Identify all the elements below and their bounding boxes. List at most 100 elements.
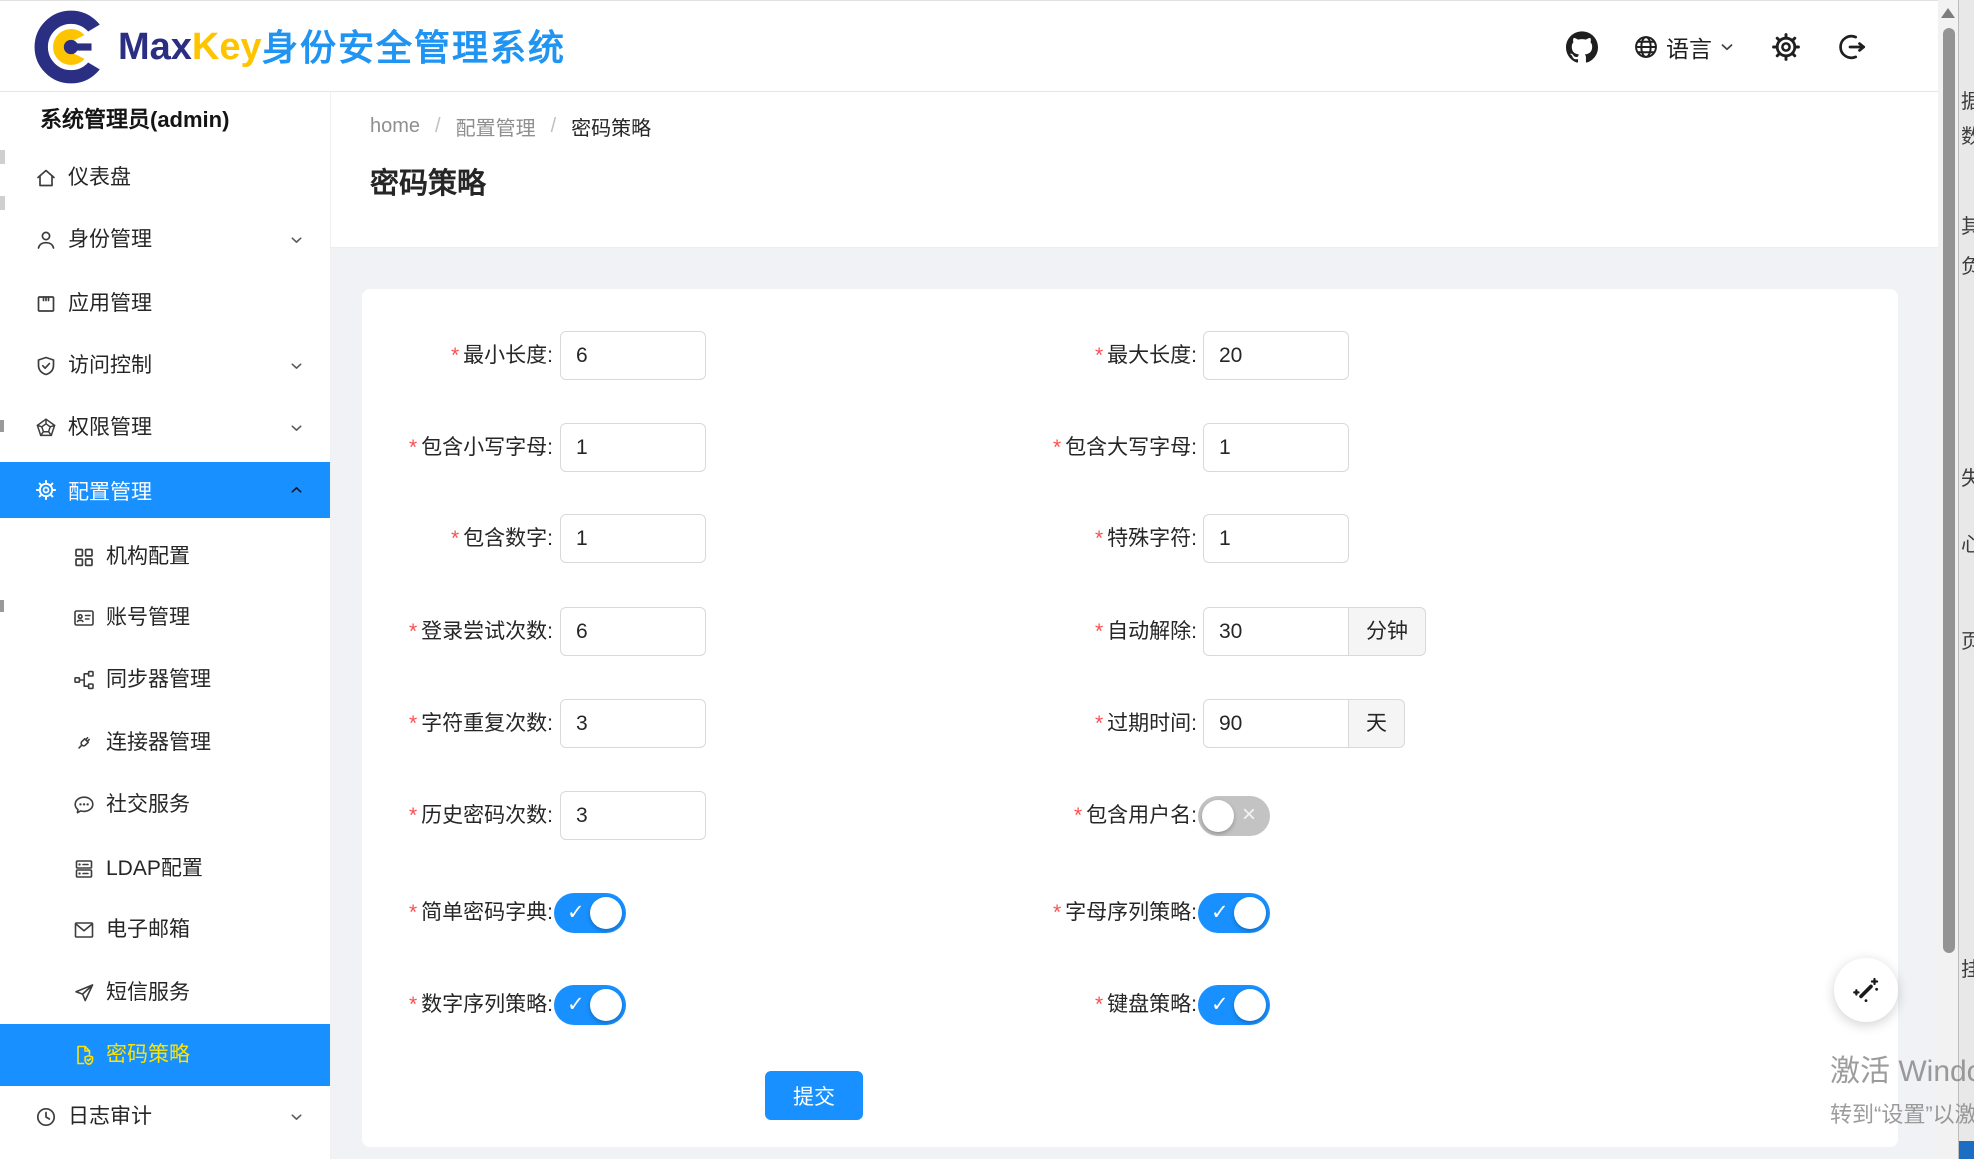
server-icon xyxy=(72,857,96,881)
brand-title: MaxKey xyxy=(118,1,262,93)
field-label-history-count: 历史密码次数: xyxy=(421,804,553,827)
sidebar-item-audit-log[interactable]: 日志审计 xyxy=(0,1086,331,1148)
login-attempts-input[interactable] xyxy=(560,607,706,656)
language-switcher[interactable]: 语言 xyxy=(1632,30,1736,64)
background-window-strip: 据 数 其 负 失 心 页 挂 xyxy=(1958,0,1974,1159)
max-length-input[interactable] xyxy=(1203,331,1349,380)
sidebar-item-applications[interactable]: 应用管理 xyxy=(0,273,331,335)
uppercase-count-input[interactable] xyxy=(1203,423,1349,472)
vertical-scrollbar[interactable] xyxy=(1938,0,1958,1159)
github-icon[interactable] xyxy=(1566,31,1598,63)
auto-unlock-input[interactable] xyxy=(1203,607,1349,656)
keyboard-policy-toggle[interactable]: ✓ xyxy=(1198,985,1270,1025)
sidebar-item-sms[interactable]: 短信服务 xyxy=(0,962,331,1024)
submit-button[interactable]: 提交 xyxy=(765,1071,863,1120)
simple-password-dict-toggle[interactable]: ✓ xyxy=(554,893,626,933)
sidebar-item-configuration[interactable]: 配置管理 xyxy=(0,462,331,518)
required-asterisk: * xyxy=(409,436,417,459)
sidebar-item-dashboard[interactable]: 仪表盘 xyxy=(0,147,331,209)
field-label-keyboard-policy: 键盘策略: xyxy=(1107,993,1197,1016)
sidebar-item-email[interactable]: 电子邮箱 xyxy=(0,899,331,961)
toggle-check-icon: ✓ xyxy=(1211,985,1229,1025)
settings-gear-icon[interactable] xyxy=(1770,31,1802,63)
page-title: 密码策略 xyxy=(370,160,486,202)
clipped-char: 挂 xyxy=(1961,953,1974,982)
lowercase-count-input[interactable] xyxy=(560,423,706,472)
form-row: *登录尝试次数: *自动解除: 分钟 xyxy=(362,607,1898,656)
scroll-up-arrow-icon[interactable] xyxy=(1941,8,1955,18)
contains-username-toggle[interactable]: × xyxy=(1198,796,1270,836)
scrollbar-thumb[interactable] xyxy=(1943,28,1955,953)
sidebar-user: 系统管理员(admin) xyxy=(40,102,229,134)
form-row: *数字序列策略: ✓ *键盘策略: ✓ xyxy=(362,985,1898,1025)
field-label-uppercase: 包含大写字母: xyxy=(1065,436,1197,459)
sidebar-item-access-control[interactable]: 访问控制 xyxy=(0,335,331,397)
field-label-special-chars: 特殊字符: xyxy=(1107,527,1197,550)
sidebar-item-ldap-config[interactable]: LDAP配置 xyxy=(0,838,331,900)
field-label-char-repeat: 字符重复次数: xyxy=(421,712,553,735)
edge-artifact xyxy=(0,196,5,210)
chevron-down-icon xyxy=(288,1109,305,1126)
maxkey-logo-icon[interactable] xyxy=(32,8,110,86)
logout-icon[interactable] xyxy=(1836,31,1868,63)
digits-count-input[interactable] xyxy=(560,514,706,563)
alpha-sequence-toggle[interactable]: ✓ xyxy=(1198,893,1270,933)
gear-icon xyxy=(34,478,58,502)
expire-time-input[interactable] xyxy=(1203,699,1349,748)
chat-bubble-icon xyxy=(72,793,96,817)
clipped-char: 页 xyxy=(1961,625,1974,654)
sidebar-item-permissions[interactable]: 权限管理 xyxy=(0,397,331,459)
required-asterisk: * xyxy=(1053,436,1061,459)
sidebar-item-password-policy[interactable]: 密码策略 xyxy=(0,1024,331,1086)
toggle-check-icon: ✓ xyxy=(1211,893,1229,933)
magic-wand-icon xyxy=(1849,973,1883,1007)
sidebar-item-identity[interactable]: 身份管理 xyxy=(0,209,331,271)
blocks-icon xyxy=(72,545,96,569)
char-repeat-input[interactable] xyxy=(560,699,706,748)
toggle-knob xyxy=(1202,800,1234,832)
history-clock-icon xyxy=(34,1105,58,1129)
field-label-lowercase: 包含小写字母: xyxy=(421,436,553,459)
sidebar-item-partial[interactable] xyxy=(0,1142,331,1159)
sidebar-item-org-config[interactable]: 机构配置 xyxy=(0,526,331,588)
sidebar-item-accounts[interactable]: 账号管理 xyxy=(0,587,331,649)
app-header: MaxKey 身份安全管理系统 语言 xyxy=(0,0,1938,92)
required-asterisk: * xyxy=(1053,901,1061,924)
required-asterisk: * xyxy=(409,712,417,735)
password-history-input[interactable] xyxy=(560,791,706,840)
shield-check-icon xyxy=(34,354,58,378)
required-asterisk: * xyxy=(1074,804,1082,827)
globe-icon xyxy=(1632,33,1660,61)
background-window-corner xyxy=(1959,1141,1974,1159)
content-area: *最小长度: *最大长度: *包含小写字母: *包含大写字母: *包含数字: *… xyxy=(331,248,1938,1159)
sidebar-item-synchronizers[interactable]: 同步器管理 xyxy=(0,649,331,711)
field-label-expire-time: 过期时间: xyxy=(1107,712,1197,735)
required-asterisk: * xyxy=(1095,712,1103,735)
page-header-band: home / 配置管理 / 密码策略 密码策略 xyxy=(331,92,1938,248)
user-icon xyxy=(34,228,58,252)
chevron-down-icon xyxy=(288,232,305,249)
form-row: *最小长度: *最大长度: xyxy=(362,331,1898,380)
min-length-input[interactable] xyxy=(560,331,706,380)
toggle-cross-icon: × xyxy=(1242,796,1256,834)
clipped-char: 心 xyxy=(1961,528,1974,557)
toggle-knob xyxy=(1234,989,1266,1021)
sidebar-item-connectors[interactable]: 连接器管理 xyxy=(0,712,331,774)
theme-wand-button[interactable] xyxy=(1834,958,1898,1022)
breadcrumb-home[interactable]: home xyxy=(370,115,420,138)
breadcrumb-separator: / xyxy=(551,115,557,138)
field-label-simple-dict: 简单密码字典: xyxy=(421,901,553,924)
unit-days: 天 xyxy=(1349,699,1405,748)
unit-minutes: 分钟 xyxy=(1349,607,1426,656)
required-asterisk: * xyxy=(451,344,459,367)
toggle-knob xyxy=(590,897,622,929)
sync-flow-icon xyxy=(72,668,96,692)
breadcrumb-config[interactable]: 配置管理 xyxy=(456,112,536,141)
app-icon xyxy=(34,292,58,316)
edge-artifact xyxy=(0,600,4,612)
special-chars-input[interactable] xyxy=(1203,514,1349,563)
required-asterisk: * xyxy=(409,901,417,924)
sidebar-item-social-services[interactable]: 社交服务 xyxy=(0,774,331,836)
number-sequence-toggle[interactable]: ✓ xyxy=(554,985,626,1025)
chevron-down-icon xyxy=(288,358,305,375)
